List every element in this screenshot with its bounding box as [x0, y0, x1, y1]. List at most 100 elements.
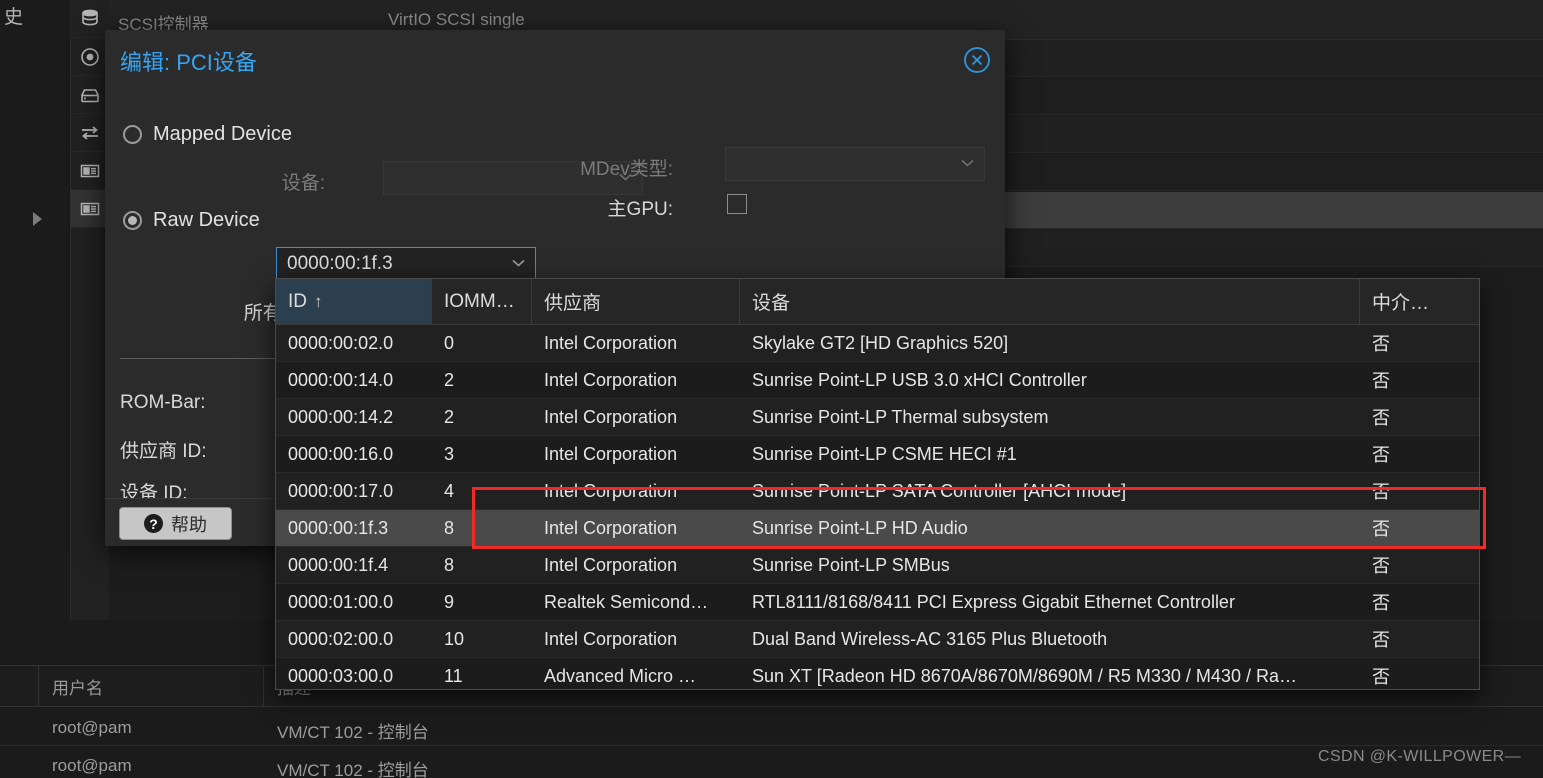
question-mark-icon: ? [144, 514, 163, 533]
cell-id: 0000:00:1f.3 [288, 517, 389, 538]
table-row[interactable]: 0000:00:17.0 4 Intel Corporation Sunrise Po… [276, 473, 1479, 510]
cell-iommu: 11 [444, 665, 463, 686]
log-column-divider [38, 665, 39, 707]
cell-mediated: 否 [1372, 371, 1390, 391]
cell-id: 0000:00:1f.4 [288, 554, 389, 575]
cell-id: 0000:00:02.0 [288, 332, 394, 353]
cell-iommu: 8 [444, 554, 455, 575]
cell-id: 0000:01:00.0 [288, 591, 394, 612]
cell-iommu: 4 [444, 480, 455, 501]
column-header-iommu[interactable]: IOMM… [432, 279, 532, 324]
cell-vendor: Intel Corporation [544, 406, 678, 427]
mapped-device-field-label: 设备: [281, 173, 325, 194]
cell-iommu: 2 [444, 406, 455, 427]
cell-device: Sunrise Point-LP SATA Controller [AHCI m… [752, 480, 1127, 501]
cell-id: 0000:00:14.2 [288, 406, 394, 427]
cell-vendor: Intel Corporation [544, 443, 678, 464]
help-button-label: 帮助 [171, 514, 207, 535]
primary-gpu-label: 主GPU: [607, 199, 673, 220]
cell-mediated: 否 [1372, 334, 1390, 354]
cell-device: Sunrise Point-LP USB 3.0 xHCI Controller [752, 369, 1087, 390]
grid-header-row: ID ↑ IOMM… 供应商 设备 中介… [276, 279, 1479, 325]
cell-vendor: Intel Corporation [544, 628, 678, 649]
raw-device-select[interactable]: 0000:00:1f.3 [276, 247, 536, 281]
mapped-device-radio[interactable]: Mapped Device [123, 123, 292, 146]
cell-id: 0000:00:17.0 [288, 480, 394, 501]
log-cell-user: root@pam [52, 718, 132, 737]
cell-mediated: 否 [1372, 593, 1390, 613]
pci-card-icon-selected[interactable] [71, 190, 109, 228]
table-row-selected[interactable]: 0000:00:1f.3 8 Intel Corporation Sunrise Po… [276, 510, 1479, 547]
table-row[interactable]: 0000:00:1f.4 8 Intel Corporation Sunrise Po… [276, 547, 1479, 584]
cell-mediated: 否 [1372, 408, 1390, 428]
chevron-down-icon [961, 159, 974, 167]
cell-id: 0000:00:14.0 [288, 369, 394, 390]
watermark-text: CSDN @K-WILLPOWER— [1317, 748, 1521, 765]
cell-mediated: 否 [1372, 519, 1390, 539]
background-row-value: VirtIO SCSI single [388, 10, 525, 29]
cell-vendor: Advanced Micro … [544, 665, 697, 686]
cell-vendor: Intel Corporation [544, 332, 678, 353]
database-icon[interactable] [71, 0, 109, 38]
cell-vendor: Intel Corporation [544, 480, 678, 501]
grid-body: 0000:00:02.0 0 Intel Corporation Skylake GT… [276, 325, 1479, 689]
cell-iommu: 10 [444, 628, 465, 649]
help-button[interactable]: ? 帮助 [119, 507, 232, 540]
cell-iommu: 3 [444, 443, 455, 464]
cell-device: Sunrise Point-LP SMBus [752, 554, 950, 575]
table-row[interactable]: root@pam VM/CT 102 - 控制台 [0, 708, 1543, 746]
column-header-mediated[interactable]: 中介… [1360, 279, 1479, 324]
background-corner-text: 史 [4, 7, 24, 28]
tree-expander-icon[interactable] [33, 212, 42, 226]
column-header-vendor[interactable]: 供应商 [532, 279, 740, 324]
dialog-title: 编辑: PCI设备 [120, 50, 257, 75]
raw-device-select-value: 0000:00:1f.3 [287, 253, 393, 274]
cell-device: Skylake GT2 [HD Graphics 520] [752, 332, 1009, 353]
table-row[interactable]: 0000:00:14.0 2 Intel Corporation Sunrise Po… [276, 362, 1479, 399]
network-transfer-icon[interactable] [71, 114, 109, 152]
log-header-user: 用户名 [52, 679, 103, 698]
cell-mediated: 否 [1372, 630, 1390, 650]
table-row[interactable]: 0000:00:14.2 2 Intel Corporation Sunrise Po… [276, 399, 1479, 436]
column-header-id-label: ID [288, 290, 307, 312]
radio-indicator-raw [123, 211, 142, 230]
table-row[interactable]: 0000:02:00.0 10 Intel Corporation Dual Band… [276, 621, 1479, 658]
table-row[interactable]: 0000:03:00.0 11 Advanced Micro … Sun XT [Ra… [276, 658, 1479, 689]
mdev-type-select[interactable] [725, 147, 985, 181]
cell-id: 0000:00:16.0 [288, 443, 394, 464]
cell-iommu: 8 [444, 517, 455, 538]
mapped-device-label: Mapped Device [153, 123, 292, 145]
cell-mediated: 否 [1372, 667, 1390, 687]
pci-card-icon[interactable] [71, 152, 109, 190]
log-cell-desc: VM/CT 102 - 控制台 [277, 761, 429, 778]
chevron-down-icon [512, 259, 525, 267]
column-header-id[interactable]: ID ↑ [276, 279, 432, 324]
primary-gpu-checkbox[interactable] [727, 194, 747, 214]
hard-drive-icon[interactable] [71, 76, 109, 114]
cell-vendor: Realtek Semicond… [544, 591, 709, 612]
table-row[interactable]: 0000:01:00.0 9 Realtek Semicond… RTL8111/81… [276, 584, 1479, 621]
mdev-type-label: MDev类型: [580, 159, 673, 180]
table-row[interactable]: 0000:00:16.0 3 Intel Corporation Sunrise Po… [276, 436, 1479, 473]
log-column-divider [263, 665, 264, 707]
cell-device: Sunrise Point-LP Thermal subsystem [752, 406, 1049, 427]
table-row[interactable]: 0000:00:02.0 0 Intel Corporation Skylake GT… [276, 325, 1479, 362]
table-row[interactable]: root@pam VM/CT 102 - 控制台 [0, 746, 1543, 778]
log-cell-user: root@pam [52, 756, 132, 775]
cell-iommu: 0 [444, 332, 455, 353]
pci-device-dropdown-grid[interactable]: ID ↑ IOMM… 供应商 设备 中介… 0000:00:02.0 0 Intel… [275, 278, 1480, 690]
device-icon-rail [71, 0, 109, 620]
cell-device: RTL8111/8168/8411 PCI Express Gigabit Et… [752, 591, 1235, 612]
cell-device: Sunrise Point-LP CSME HECI #1 [752, 443, 1017, 464]
raw-device-label: Raw Device [153, 209, 260, 231]
cell-mediated: 否 [1372, 482, 1390, 502]
cell-iommu: 9 [444, 591, 455, 612]
optical-disc-icon[interactable] [71, 38, 109, 76]
close-circle-icon[interactable] [963, 46, 991, 74]
cell-vendor: Intel Corporation [544, 369, 678, 390]
column-header-device[interactable]: 设备 [740, 279, 1360, 324]
cell-mediated: 否 [1372, 445, 1390, 465]
raw-device-radio[interactable]: Raw Device [123, 209, 260, 232]
cell-iommu: 2 [444, 369, 455, 390]
cell-vendor: Intel Corporation [544, 517, 678, 538]
